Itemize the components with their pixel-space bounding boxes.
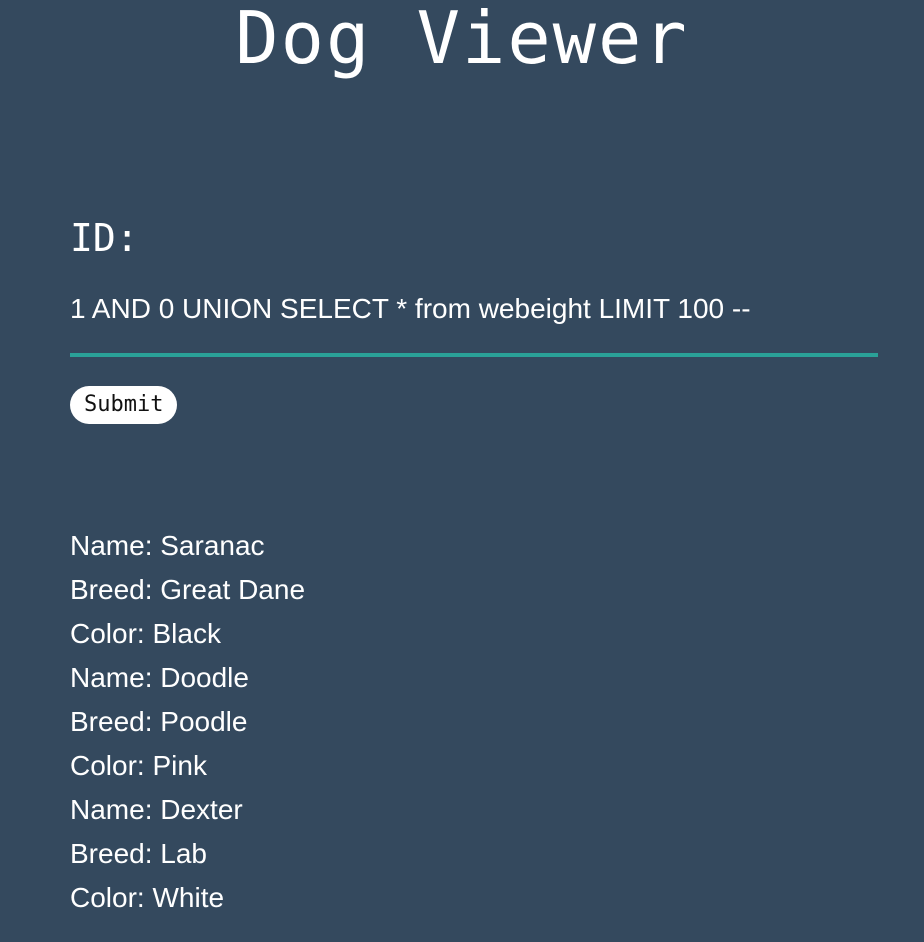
result-color: Color: Pink xyxy=(70,750,207,781)
result-name: Name: Doodle xyxy=(70,662,249,693)
result-breed: Breed: Great Dane xyxy=(70,574,306,605)
submit-button[interactable]: Submit xyxy=(70,386,178,424)
result-name: Name: Saranac xyxy=(70,530,265,561)
results-list: Name: Saranac Breed: Great Dane Color: B… xyxy=(70,524,305,920)
result-breed: Breed: Lab xyxy=(70,838,207,869)
id-label: ID: xyxy=(70,216,139,260)
result-name: Name: Dexter xyxy=(70,794,243,825)
page-title: Dog Viewer xyxy=(235,0,689,80)
result-color: Color: White xyxy=(70,882,225,913)
result-breed: Breed: Poodle xyxy=(70,706,248,737)
result-color: Color: Black xyxy=(70,618,221,649)
input-underline xyxy=(70,353,878,357)
id-input[interactable] xyxy=(70,286,878,332)
